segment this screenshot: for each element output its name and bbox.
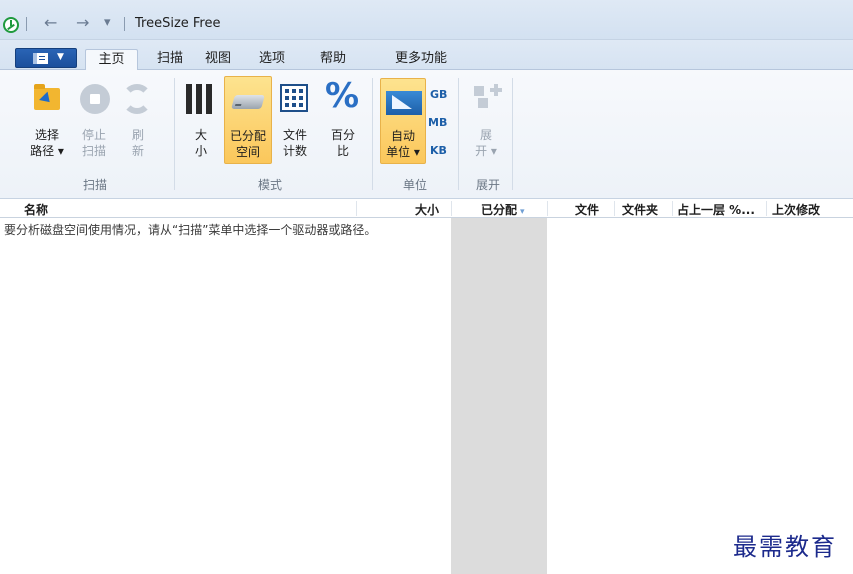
file-count-label-2: 计数 (282, 144, 307, 158)
column-header-folders[interactable]: 文件夹 (622, 201, 658, 218)
ruler-triangle-icon (386, 91, 422, 115)
column-separator[interactable] (547, 201, 548, 216)
group-label-mode: 模式 (257, 178, 282, 192)
treesize-app-icon[interactable] (3, 17, 19, 33)
column-separator[interactable] (672, 201, 673, 216)
back-arrow-icon[interactable]: ← (44, 13, 57, 33)
file-count-label-1: 文件 (282, 128, 307, 142)
tab-scan[interactable]: 扫描 (148, 49, 192, 71)
column-header-files[interactable]: 文件 (575, 201, 599, 218)
expand-button[interactable]: 展 开 ▾ (466, 76, 506, 164)
column-separator[interactable] (451, 201, 452, 216)
kb-unit-button[interactable]: KB (430, 144, 447, 157)
tab-home[interactable]: 主页 (85, 49, 138, 71)
allocated-space-mode-button[interactable]: 已分配 空间 (224, 76, 272, 164)
ribbon-panel: 选择 路径 ▾ 停止 扫描 刷 新 扫描 大 小 已分配 空间 文件 计数 % (0, 70, 853, 199)
refresh-button[interactable]: 刷 新 (118, 76, 158, 164)
select-path-label-2: 路径 ▾ (30, 144, 64, 158)
select-path-button[interactable]: 选择 路径 ▾ (22, 76, 72, 164)
forward-arrow-icon[interactable]: → (76, 13, 89, 33)
group-separator (458, 78, 459, 190)
stop-scan-button[interactable]: 停止 扫描 (74, 76, 114, 164)
auto-unit-button[interactable]: 自动 单位 ▾ (380, 78, 426, 164)
percent-mode-label-2: 比 (336, 144, 349, 158)
title-separator (124, 17, 125, 31)
group-separator (372, 78, 373, 190)
column-separator[interactable] (614, 201, 615, 216)
percent-icon: % (324, 76, 360, 116)
chevron-down-icon: ▼ (57, 52, 64, 62)
column-separator[interactable] (356, 201, 357, 216)
folder-open-icon (34, 84, 60, 110)
column-header-allocated[interactable]: 已分配 ▾ (481, 201, 525, 218)
group-label-scan: 扫描 (82, 178, 107, 192)
title-separator (26, 17, 27, 31)
title-bar: ← → ▾ TreeSize Free (0, 0, 853, 40)
file-menu-button[interactable]: ▼ (15, 48, 77, 68)
stop-scan-label-2: 扫描 (81, 144, 106, 158)
gb-unit-button[interactable]: GB (430, 88, 447, 101)
window-title: TreeSize Free (135, 16, 221, 31)
refresh-label-2: 新 (131, 144, 144, 158)
column-header-size[interactable]: 大小 (415, 201, 439, 218)
size-mode-label-1: 大 (194, 128, 207, 142)
watermark-text: 最需教育 (733, 533, 837, 561)
sort-descending-icon: ▾ (520, 207, 525, 217)
size-mode-button[interactable]: 大 小 (182, 76, 220, 164)
column-header-name[interactable]: 名称 (24, 201, 48, 218)
select-path-label-1: 选择 (34, 128, 59, 142)
stop-icon (80, 84, 110, 114)
tab-help[interactable]: 帮助 (311, 49, 355, 71)
refresh-label-1: 刷 (131, 128, 144, 142)
empty-state-hint: 要分析磁盘空间使用情况，请从“扫描”菜单中选择一个驱动器或路径。 (4, 223, 377, 237)
bars-icon (186, 84, 216, 114)
group-label-unit: 单位 (402, 178, 427, 192)
document-icon (33, 53, 48, 64)
allocated-header-label: 已分配 (481, 203, 518, 217)
expand-label-1: 展 (479, 128, 492, 142)
stop-scan-label-1: 停止 (81, 128, 106, 142)
refresh-icon (122, 84, 152, 114)
group-label-expand: 展开 (475, 178, 500, 192)
file-count-mode-button[interactable]: 文件 计数 (275, 76, 315, 164)
allocated-mode-label-1: 已分配 (229, 129, 266, 143)
allocated-mode-label-2: 空间 (235, 145, 260, 159)
percent-mode-label-1: 百分 (330, 128, 355, 142)
auto-unit-label-2: 单位 ▾ (386, 145, 420, 159)
tab-more-features[interactable]: 更多功能 (383, 49, 459, 71)
tab-view[interactable]: 视图 (196, 49, 240, 71)
expand-tree-icon (472, 84, 502, 114)
file-list-area[interactable]: 要分析磁盘空间使用情况，请从“扫描”菜单中选择一个驱动器或路径。 最需教育 (0, 218, 853, 574)
column-separator[interactable] (766, 201, 767, 216)
grid-icon (280, 84, 308, 112)
ribbon-tab-row: ▼ 主页 扫描 视图 选项 帮助 更多功能 (0, 40, 853, 71)
mb-unit-button[interactable]: MB (428, 116, 447, 129)
group-separator (174, 78, 175, 190)
column-header-last-modified[interactable]: 上次修改 (772, 201, 820, 218)
tab-options[interactable]: 选项 (250, 49, 294, 71)
group-separator (512, 78, 513, 190)
hard-disk-icon (231, 95, 265, 109)
expand-label-2: 开 ▾ (475, 144, 497, 158)
quick-access-dropdown-icon[interactable]: ▾ (104, 13, 111, 33)
auto-unit-label-1: 自动 (390, 129, 415, 143)
percent-mode-button[interactable]: % 百分 比 (320, 76, 366, 164)
column-header-percent-parent[interactable]: 占上一层 %... (677, 201, 755, 218)
allocated-column-highlight (451, 218, 547, 574)
table-header: 名称 大小 已分配 ▾ 文件 文件夹 占上一层 %... 上次修改 (0, 199, 853, 218)
size-mode-label-2: 小 (194, 144, 207, 158)
